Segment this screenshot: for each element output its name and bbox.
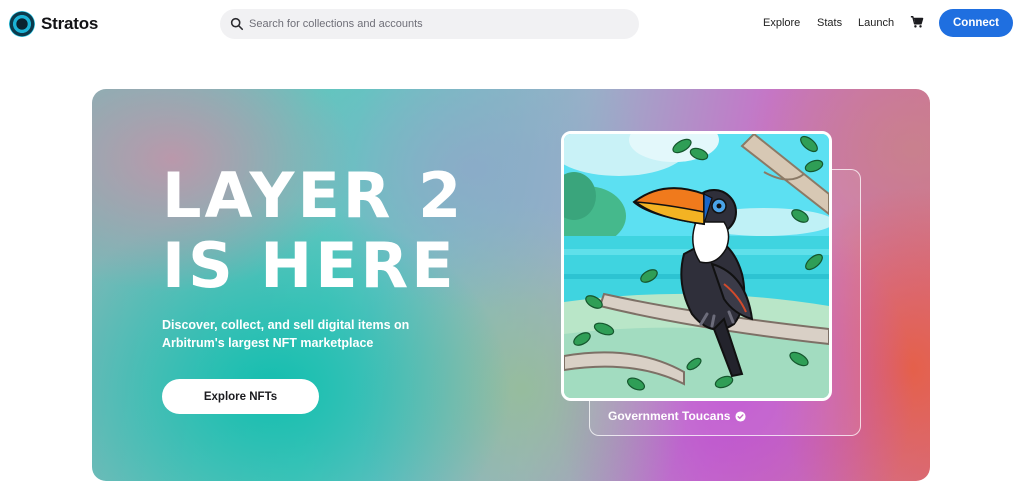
- toucan-illustration: [564, 134, 829, 398]
- hero-title: LAYER 2 IS HERE: [162, 161, 464, 301]
- hero-subtitle: Discover, collect, and sell digital item…: [162, 318, 410, 350]
- hero-title-line-2: IS HERE: [162, 229, 457, 302]
- hero-title-line-1: LAYER 2: [162, 159, 465, 232]
- cart-icon[interactable]: [910, 15, 924, 29]
- nav-link-stats[interactable]: Stats: [817, 17, 842, 29]
- hero-banner: LAYER 2 IS HERE Discover, collect, and s…: [92, 89, 930, 481]
- stratos-logo-icon: [9, 11, 35, 37]
- search-icon: [230, 17, 244, 31]
- nav-link-launch[interactable]: Launch: [858, 17, 894, 29]
- featured-collection-name: Government Toucans: [608, 409, 731, 423]
- featured-nft-image[interactable]: [561, 131, 832, 401]
- explore-nfts-button[interactable]: Explore NFTs: [162, 379, 319, 414]
- nav-link-explore[interactable]: Explore: [763, 17, 800, 29]
- connect-button[interactable]: Connect: [939, 9, 1013, 37]
- brand-name: Stratos: [41, 14, 99, 33]
- featured-collection[interactable]: Government Toucans: [608, 409, 747, 423]
- brand-logo[interactable]: Stratos: [9, 11, 98, 37]
- search-input[interactable]: [249, 18, 629, 30]
- verified-check-icon: [735, 410, 747, 422]
- top-navbar: Stratos Explore Stats Launch Connect: [0, 0, 1024, 46]
- search-bar[interactable]: [220, 9, 639, 39]
